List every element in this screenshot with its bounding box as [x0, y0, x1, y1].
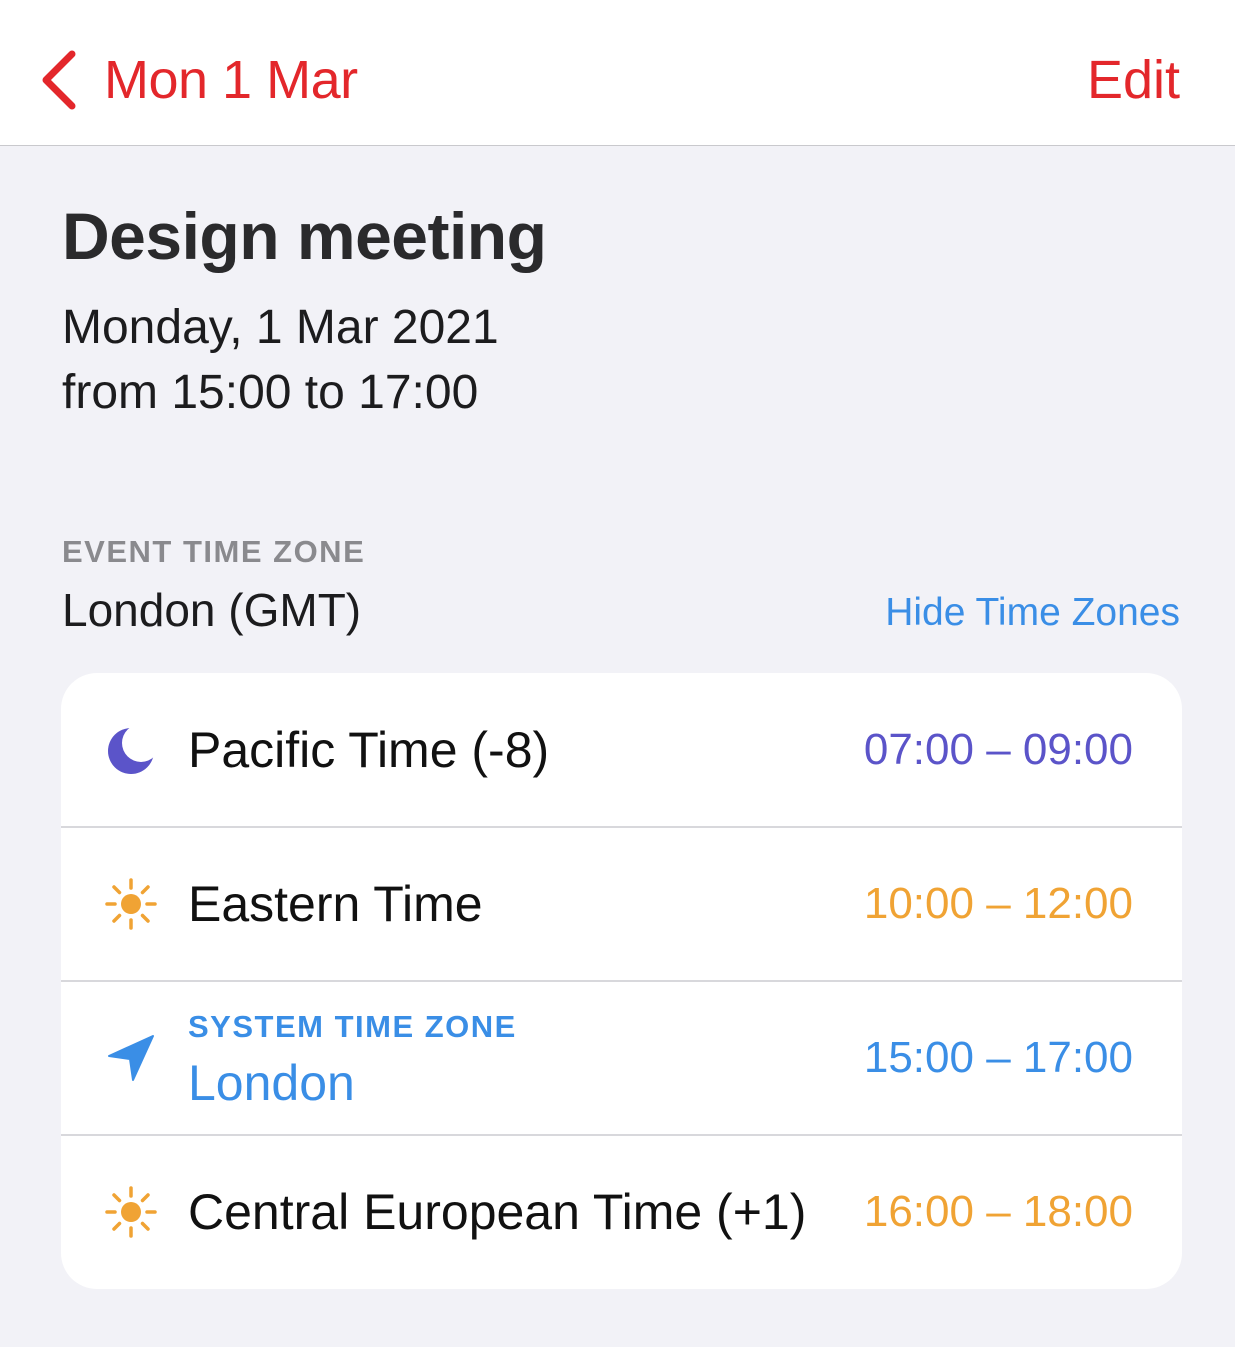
- sun-icon: [105, 878, 157, 930]
- time-zone-row-london: SYSTEM TIME ZONE London 15:00 – 17:00: [61, 980, 1182, 1135]
- event-time-range: from 15:00 to 17:00: [62, 366, 479, 419]
- time-zones-card: Pacific Time (-8) 07:00 – 09:00 Eastern …: [61, 673, 1182, 1289]
- time-zone-time: 10:00 – 12:00: [863, 879, 1133, 928]
- event-time-zone-label: EVENT TIME ZONE: [62, 534, 366, 569]
- time-zone-name: Pacific Time (-8): [188, 722, 550, 778]
- system-time-zone-label: SYSTEM TIME ZONE: [188, 1009, 517, 1044]
- location-arrow-icon: [105, 1032, 157, 1084]
- edit-button[interactable]: Edit: [1087, 44, 1180, 116]
- event-date: Monday, 1 Mar 2021: [62, 301, 499, 354]
- time-zone-row-eastern: Eastern Time 10:00 – 12:00: [61, 826, 1182, 981]
- back-button-label: Mon 1 Mar: [104, 50, 358, 110]
- event-time-zone-value: London (GMT): [62, 584, 362, 636]
- time-zone-name: Central European Time (+1): [188, 1184, 807, 1240]
- time-zone-time: 07:00 – 09:00: [863, 725, 1133, 774]
- hide-time-zones-button[interactable]: Hide Time Zones: [885, 588, 1180, 638]
- time-zone-row-pacific: Pacific Time (-8) 07:00 – 09:00: [61, 673, 1182, 827]
- event-title: Design meeting: [62, 199, 547, 273]
- back-button[interactable]: Mon 1 Mar: [38, 44, 358, 116]
- moon-icon: [105, 724, 157, 776]
- time-zone-time: 16:00 – 18:00: [863, 1187, 1133, 1236]
- time-zone-name: Eastern Time: [188, 876, 483, 932]
- time-zone-time: 15:00 – 17:00: [863, 1033, 1133, 1082]
- sun-icon: [105, 1186, 157, 1238]
- chevron-left-icon: [38, 48, 78, 112]
- time-zone-name: London: [188, 1055, 355, 1111]
- time-zone-row-central-european: Central European Time (+1) 16:00 – 18:00: [61, 1134, 1182, 1289]
- navigation-bar: Mon 1 Mar Edit: [0, 0, 1235, 146]
